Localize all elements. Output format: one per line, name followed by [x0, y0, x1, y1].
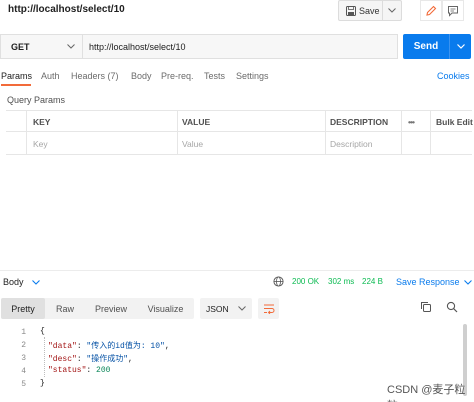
tab-pre-request[interactable]: Pre-req. — [161, 71, 194, 81]
copy-icon[interactable] — [420, 301, 432, 313]
line-number: 5 — [21, 380, 26, 389]
active-tab-indicator — [1, 84, 31, 86]
key-input[interactable]: Key — [33, 139, 48, 149]
bulk-edit-button[interactable]: Bulk Edit — [436, 117, 473, 127]
tab-auth[interactable]: Auth — [41, 71, 60, 81]
column-divider — [401, 110, 402, 155]
edit-button[interactable] — [420, 0, 442, 21]
response-view-tabs: Pretty Raw Preview Visualize — [1, 298, 194, 319]
save-label: Save — [359, 5, 380, 16]
value-input[interactable]: Value — [182, 139, 203, 149]
code-line: } — [40, 379, 45, 388]
chevron-down-icon — [31, 279, 40, 285]
line-number: 4 — [21, 367, 26, 376]
json-key: "status" — [48, 366, 87, 375]
send-label: Send — [413, 41, 439, 52]
chevron-down-icon — [456, 44, 465, 49]
json-brace: { — [40, 327, 45, 336]
save-options-button[interactable] — [383, 8, 401, 13]
save-response-label: Save Response — [396, 277, 460, 287]
code-line: "status": 200 — [48, 366, 110, 375]
query-params-title: Query Params — [7, 95, 66, 105]
line-number: 3 — [21, 354, 26, 363]
globe-icon[interactable] — [273, 276, 284, 287]
url-input[interactable] — [82, 34, 398, 59]
chevron-down-icon — [388, 8, 396, 13]
code-line: "data": "传入的id值为: 10", — [48, 340, 170, 351]
tab-body[interactable]: Body — [131, 71, 152, 81]
column-divider — [177, 110, 178, 155]
comment-icon — [448, 5, 458, 17]
chevron-down-icon — [463, 279, 472, 285]
save-button[interactable]: Save — [338, 0, 402, 21]
code-line: { — [40, 327, 45, 336]
tab-raw[interactable]: Raw — [45, 298, 85, 319]
column-header-description: DESCRIPTION — [330, 117, 389, 127]
response-body-label: Body — [3, 277, 24, 287]
search-icon[interactable] — [446, 301, 458, 313]
json-comma: , — [164, 342, 170, 351]
pencil-icon — [426, 5, 437, 16]
tab-visualize[interactable]: Visualize — [137, 298, 194, 319]
column-divider — [325, 110, 326, 155]
method-select[interactable]: GET — [0, 34, 82, 59]
response-time[interactable]: 302 ms — [328, 277, 354, 286]
column-divider — [26, 110, 27, 155]
format-label: JSON — [206, 303, 229, 314]
chevron-down-icon — [67, 44, 75, 49]
code-line: "desc": "操作成功", — [48, 353, 133, 364]
json-key: "data" — [48, 342, 77, 351]
tab-tests[interactable]: Tests — [204, 71, 225, 81]
json-key: "desc" — [48, 355, 77, 364]
column-divider — [430, 110, 431, 155]
method-label: GET — [11, 41, 30, 52]
tab-settings[interactable]: Settings — [236, 71, 269, 81]
request-title: http://localhost/select/10 — [8, 4, 125, 15]
json-value: "操作成功" — [86, 355, 129, 364]
line-number: 1 — [21, 328, 26, 337]
response-body-dropdown[interactable]: Body — [3, 277, 40, 287]
send-button[interactable]: Send — [403, 34, 471, 59]
json-value: "传入的id值为: 10" — [86, 342, 165, 351]
table-divider — [6, 131, 472, 132]
more-options-icon[interactable]: ••• — [408, 117, 415, 127]
wrap-lines-button[interactable] — [258, 298, 279, 319]
json-colon: : — [86, 366, 97, 375]
response-divider — [0, 270, 474, 271]
params-table — [6, 110, 472, 155]
json-colon: : — [76, 342, 87, 351]
watermark: CSDN @麦子粒粒 — [387, 384, 466, 402]
save-response-button[interactable]: Save Response — [396, 277, 472, 287]
chevron-down-icon — [238, 306, 246, 311]
json-comma: , — [128, 355, 133, 364]
tab-headers[interactable]: Headers (7) — [71, 71, 119, 81]
line-number: 2 — [21, 341, 26, 350]
json-brace: } — [40, 379, 45, 388]
documentation-button[interactable] — [442, 0, 464, 21]
tab-params[interactable]: Params — [1, 71, 32, 81]
tab-pretty[interactable]: Pretty — [1, 298, 45, 319]
json-colon: : — [76, 355, 87, 364]
column-header-value: VALUE — [182, 117, 211, 127]
indent-guide — [44, 337, 45, 377]
description-input[interactable]: Description — [330, 139, 373, 149]
column-header-key: KEY — [33, 117, 51, 127]
tab-preview[interactable]: Preview — [85, 298, 137, 319]
cookies-link[interactable]: Cookies — [437, 71, 470, 81]
json-value: 200 — [96, 366, 111, 375]
status-badge[interactable]: 200 OK — [292, 277, 319, 286]
wrap-icon — [263, 304, 274, 314]
format-select[interactable]: JSON — [200, 298, 252, 319]
save-icon — [346, 5, 356, 16]
send-options-button[interactable] — [450, 44, 471, 49]
response-size[interactable]: 224 B — [362, 277, 383, 286]
